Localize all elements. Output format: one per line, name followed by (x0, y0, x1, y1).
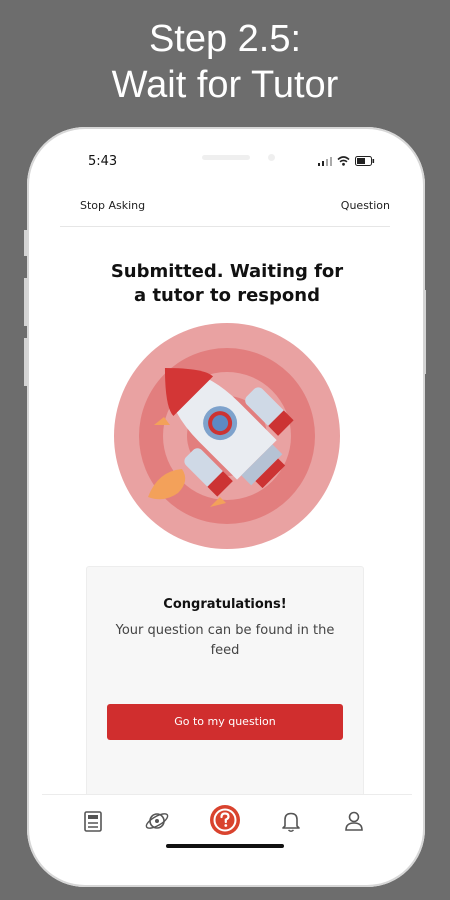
card-message: Your question can be found in the feed (115, 623, 335, 658)
explore-icon[interactable] (143, 807, 171, 835)
phone-volume-down (24, 338, 27, 386)
signal-icon (318, 157, 332, 166)
question-link[interactable]: Question (341, 199, 390, 212)
profile-icon[interactable] (340, 807, 368, 835)
notifications-icon[interactable] (277, 807, 305, 835)
card-title: Congratulations! (163, 597, 287, 612)
bottom-nav (42, 794, 412, 871)
headline-line-1: Step 2.5: (148, 18, 302, 60)
go-to-question-button[interactable]: Go to my question (107, 704, 343, 740)
ask-icon[interactable] (208, 803, 242, 837)
phone-side-button (24, 230, 27, 256)
phone-volume-up (24, 278, 27, 326)
status-icons (318, 156, 375, 166)
home-indicator (166, 844, 284, 848)
top-bar: Stop Asking Question (60, 194, 390, 227)
feed-icon[interactable] (79, 807, 107, 835)
stop-asking-button[interactable]: Stop Asking (80, 199, 145, 212)
phone-power-button (423, 290, 426, 374)
rocket-illustration (114, 323, 340, 549)
battery-icon (355, 156, 375, 166)
page-headline: Step 2.5: Wait for Tutor (0, 16, 450, 108)
title-line-1: Submitted. Waiting for (110, 261, 344, 282)
status-time: 5:43 (88, 154, 118, 169)
wifi-icon (337, 156, 350, 166)
camera-dot (268, 154, 275, 161)
status-bar: 5:43 (42, 146, 412, 186)
title-line-2: a tutor to respond (134, 285, 320, 306)
app-screen: 5:43 Stop Asking Question Submitted. Wai… (42, 146, 412, 871)
page-title: Submitted. Waiting for a tutor to respon… (82, 260, 372, 308)
headline-line-2: Wait for Tutor (111, 64, 339, 106)
speaker-notch (202, 155, 250, 160)
